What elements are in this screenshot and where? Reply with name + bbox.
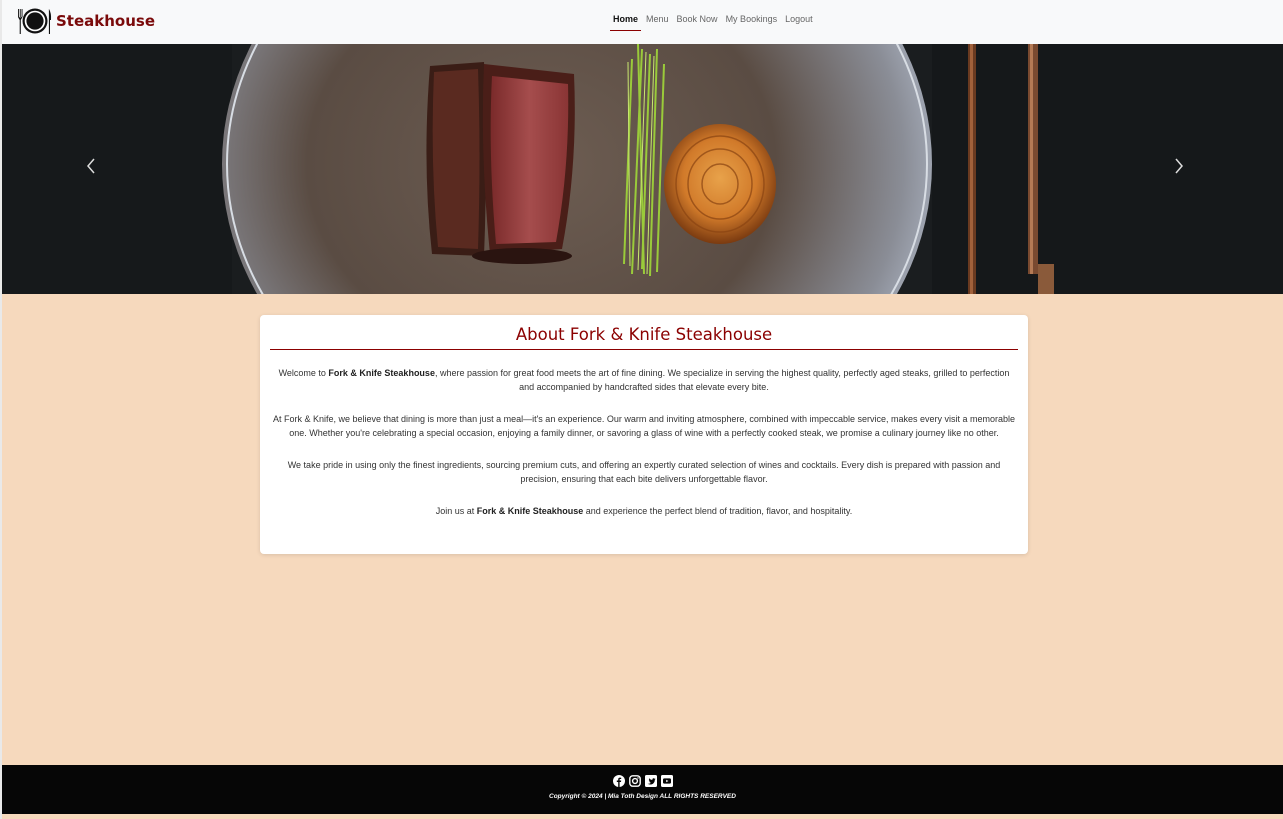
facebook-icon[interactable]: [612, 775, 625, 787]
nav-item-book-now[interactable]: Book Now: [673, 10, 722, 31]
nav-item-home[interactable]: Home: [609, 10, 642, 31]
nav-links: Home Menu Book Now My Bookings Logout: [609, 10, 817, 31]
carousel-next-button[interactable]: [1174, 158, 1198, 182]
about-body: Welcome to Fork & Knife Steakhouse, wher…: [260, 366, 1028, 518]
nav-item-logout[interactable]: Logout: [781, 10, 817, 31]
about-paragraph-1: Welcome to Fork & Knife Steakhouse, wher…: [278, 368, 1010, 392]
brand-name: Steakhouse: [56, 12, 156, 30]
navbar: Steakhouse Home Menu Book Now My Booking…: [2, 0, 1283, 44]
about-paragraph-3: We take pride in using only the finest i…: [287, 460, 1001, 484]
carousel-prev-button[interactable]: [86, 158, 110, 182]
about-title: About Fork & Knife Steakhouse: [515, 325, 773, 344]
about-card: About Fork & Knife Steakhouse Welcome to…: [260, 315, 1028, 554]
chevron-right-icon: [1175, 158, 1183, 174]
nav-item-my-bookings[interactable]: My Bookings: [722, 10, 782, 31]
brand-link[interactable]: Steakhouse: [16, 6, 155, 36]
title-divider: [270, 349, 1018, 350]
hero-carousel: [2, 44, 1283, 294]
social-links: [2, 775, 1283, 787]
about-paragraph-4: Join us at Fork & Knife Steakhouse and e…: [435, 506, 853, 516]
chevron-left-icon: [87, 158, 95, 174]
instagram-icon[interactable]: [628, 775, 641, 787]
youtube-icon[interactable]: [660, 775, 673, 787]
twitter-icon[interactable]: [644, 775, 657, 787]
about-paragraph-2: At Fork & Knife, we believe that dining …: [272, 414, 1016, 438]
plate-fork-knife-icon: [18, 8, 52, 34]
nav-item-menu[interactable]: Menu: [642, 10, 673, 31]
steak-plate-photo: [2, 44, 1283, 294]
footer: Copyright © 2024 | Mia Toth Design ALL R…: [2, 765, 1283, 814]
copyright-text: Copyright © 2024 | Mia Toth Design ALL R…: [549, 793, 736, 800]
